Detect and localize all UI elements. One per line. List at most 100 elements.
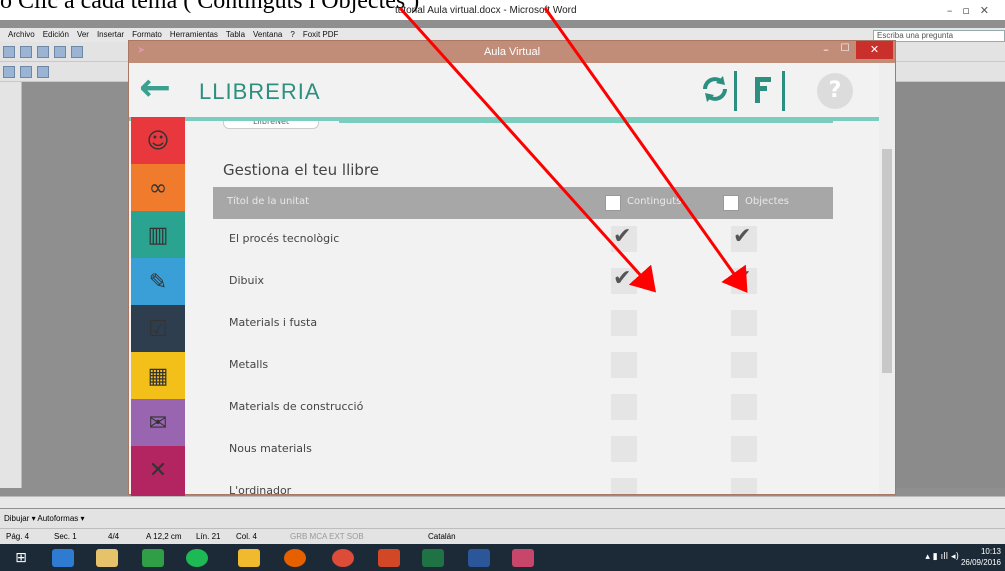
column-objectes-header: Objectes bbox=[745, 196, 789, 207]
select-all-objectes-checkbox[interactable] bbox=[723, 195, 739, 211]
firefox-icon[interactable] bbox=[284, 549, 306, 567]
menu-item[interactable]: Insertar bbox=[97, 30, 124, 39]
clock-date: 26/09/2016 bbox=[960, 558, 1001, 567]
side-menu-item[interactable]: ∞ bbox=[131, 164, 185, 214]
objectes-checkbox[interactable] bbox=[731, 352, 757, 378]
preview-icon[interactable] bbox=[71, 46, 83, 58]
menu-item[interactable]: Ventana bbox=[253, 30, 282, 39]
objectes-checkbox[interactable]: ✔ bbox=[731, 266, 757, 294]
continguts-checkbox[interactable] bbox=[611, 352, 637, 378]
objectes-checkbox[interactable] bbox=[731, 394, 757, 420]
continguts-checkbox[interactable] bbox=[611, 478, 637, 494]
objectes-checkbox[interactable] bbox=[731, 478, 757, 494]
clock-time: 10:13 bbox=[980, 547, 1001, 556]
powerpoint-icon[interactable] bbox=[378, 549, 400, 567]
side-menu: ☺ ∞ ▥ ✎ ☑ ▦ ✉ ✕ bbox=[131, 117, 185, 496]
progress-line bbox=[339, 121, 833, 123]
maximize-button[interactable]: ☐ bbox=[836, 43, 854, 59]
status-language: Catalán bbox=[428, 532, 456, 541]
menu-item[interactable]: Ver bbox=[77, 30, 89, 39]
menu-item[interactable]: Tabla bbox=[226, 30, 245, 39]
continguts-checkbox[interactable] bbox=[611, 394, 637, 420]
menu-item[interactable]: Foxit PDF bbox=[303, 30, 339, 39]
section-title: Gestiona el teu llibre bbox=[223, 161, 379, 179]
explorer-icon[interactable] bbox=[96, 549, 118, 567]
back-arrow-icon[interactable]: ← bbox=[139, 65, 171, 109]
chrome-icon[interactable] bbox=[332, 549, 354, 567]
unit-title: Materials i fusta bbox=[229, 316, 318, 329]
word-window-controls[interactable]: –▫✕ bbox=[947, 4, 999, 17]
word-icon[interactable] bbox=[468, 549, 490, 567]
open-icon[interactable] bbox=[20, 46, 32, 58]
flag-icon bbox=[755, 77, 771, 103]
excel-icon[interactable] bbox=[422, 549, 444, 567]
continguts-checkbox[interactable] bbox=[611, 310, 637, 336]
unit-title: Metalls bbox=[229, 358, 269, 371]
unit-title: Dibuix bbox=[229, 274, 265, 287]
table-row: El procés tecnològic ✔ ✔ bbox=[213, 219, 833, 261]
spotify-icon[interactable] bbox=[186, 549, 208, 567]
new-doc-icon[interactable] bbox=[3, 46, 15, 58]
menu-item[interactable]: Edición bbox=[43, 30, 69, 39]
ie-icon[interactable] bbox=[52, 549, 74, 567]
store-icon[interactable] bbox=[142, 549, 164, 567]
pencil-icon: ✎ bbox=[148, 270, 168, 295]
clock[interactable]: 10:13 26/09/2016 bbox=[961, 546, 1001, 568]
side-menu-item[interactable]: ✎ bbox=[131, 258, 185, 308]
table-row: Dibuix ✔ ✔ bbox=[213, 261, 833, 303]
side-menu-item[interactable]: ☑ bbox=[131, 305, 185, 355]
status-col: Col. 4 bbox=[236, 532, 257, 541]
status-section: Sec. 1 bbox=[54, 532, 77, 541]
table-row: L'ordinador bbox=[213, 471, 833, 494]
drawing-toolbar[interactable]: Dibujar ▾ Autoformas ▾ bbox=[0, 509, 1005, 528]
table-header: Títol de la unitat Continguts Objectes bbox=[213, 187, 833, 219]
unit-title: L'ordinador bbox=[229, 484, 292, 494]
status-pages: 4/4 bbox=[108, 532, 120, 541]
vertical-ruler bbox=[0, 82, 22, 488]
checkmark-icon: ✔ bbox=[733, 224, 752, 249]
continguts-checkbox[interactable]: ✔ bbox=[611, 266, 637, 294]
app-icon[interactable] bbox=[238, 549, 260, 567]
column-title-header: Títol de la unitat bbox=[227, 196, 310, 207]
screen: o Clic a cada tema ( Continguts i Object… bbox=[0, 0, 1005, 571]
library-icon: ▥ bbox=[147, 223, 169, 248]
llibrenet-tab[interactable]: LlibreNet bbox=[223, 121, 319, 129]
side-menu-item[interactable]: ✉ bbox=[131, 399, 185, 449]
side-menu-item[interactable]: ▥ bbox=[131, 211, 185, 261]
status-page: Pág. 4 bbox=[6, 532, 30, 541]
objectes-checkbox[interactable]: ✔ bbox=[731, 224, 757, 252]
start-icon[interactable]: ⊞ bbox=[10, 549, 32, 567]
system-tray-icons[interactable]: ▴ ▮ ıll ◂) bbox=[925, 552, 959, 562]
document-heading: o Clic a cada tema ( Continguts i Object… bbox=[0, 0, 420, 14]
checkmark-icon: ✔ bbox=[613, 266, 632, 291]
app-scrollbar-thumb[interactable] bbox=[882, 149, 892, 373]
flag-button[interactable] bbox=[745, 71, 785, 111]
help-button[interactable]: ? bbox=[817, 73, 853, 109]
library-content: LlibreNet Gestiona el teu llibre Títol d… bbox=[193, 121, 881, 494]
refresh-button[interactable] bbox=[697, 71, 737, 111]
objectes-checkbox[interactable] bbox=[731, 436, 757, 462]
side-menu-item[interactable]: ✕ bbox=[131, 446, 185, 496]
aula-virtual-taskbar-icon[interactable] bbox=[512, 549, 534, 567]
align-icon[interactable] bbox=[20, 66, 32, 78]
side-menu-item[interactable]: ☺ bbox=[131, 117, 185, 167]
menu-item[interactable]: Herramientas bbox=[170, 30, 218, 39]
side-menu-item[interactable]: ▦ bbox=[131, 352, 185, 402]
continguts-checkbox[interactable]: ✔ bbox=[611, 224, 637, 252]
sort-icon[interactable] bbox=[37, 66, 49, 78]
status-flags: GRB MCA EXT SOB bbox=[290, 532, 364, 541]
continguts-checkbox[interactable] bbox=[611, 436, 637, 462]
menu-item[interactable]: Formato bbox=[132, 30, 162, 39]
objectes-checkbox[interactable] bbox=[731, 310, 757, 336]
minimize-button[interactable]: – bbox=[817, 43, 835, 59]
menu-item[interactable]: Archivo bbox=[8, 30, 35, 39]
clipboard-icon: ☑ bbox=[148, 317, 168, 342]
aula-window-title: Aula Virtual bbox=[483, 46, 541, 58]
menu-item[interactable]: ? bbox=[290, 30, 294, 39]
select-all-continguts-checkbox[interactable] bbox=[605, 195, 621, 211]
horizontal-scrollbar[interactable] bbox=[0, 496, 1005, 508]
print-icon[interactable] bbox=[54, 46, 66, 58]
close-button[interactable]: ✕ bbox=[856, 41, 893, 59]
save-icon[interactable] bbox=[37, 46, 49, 58]
style-icon[interactable] bbox=[3, 66, 15, 78]
